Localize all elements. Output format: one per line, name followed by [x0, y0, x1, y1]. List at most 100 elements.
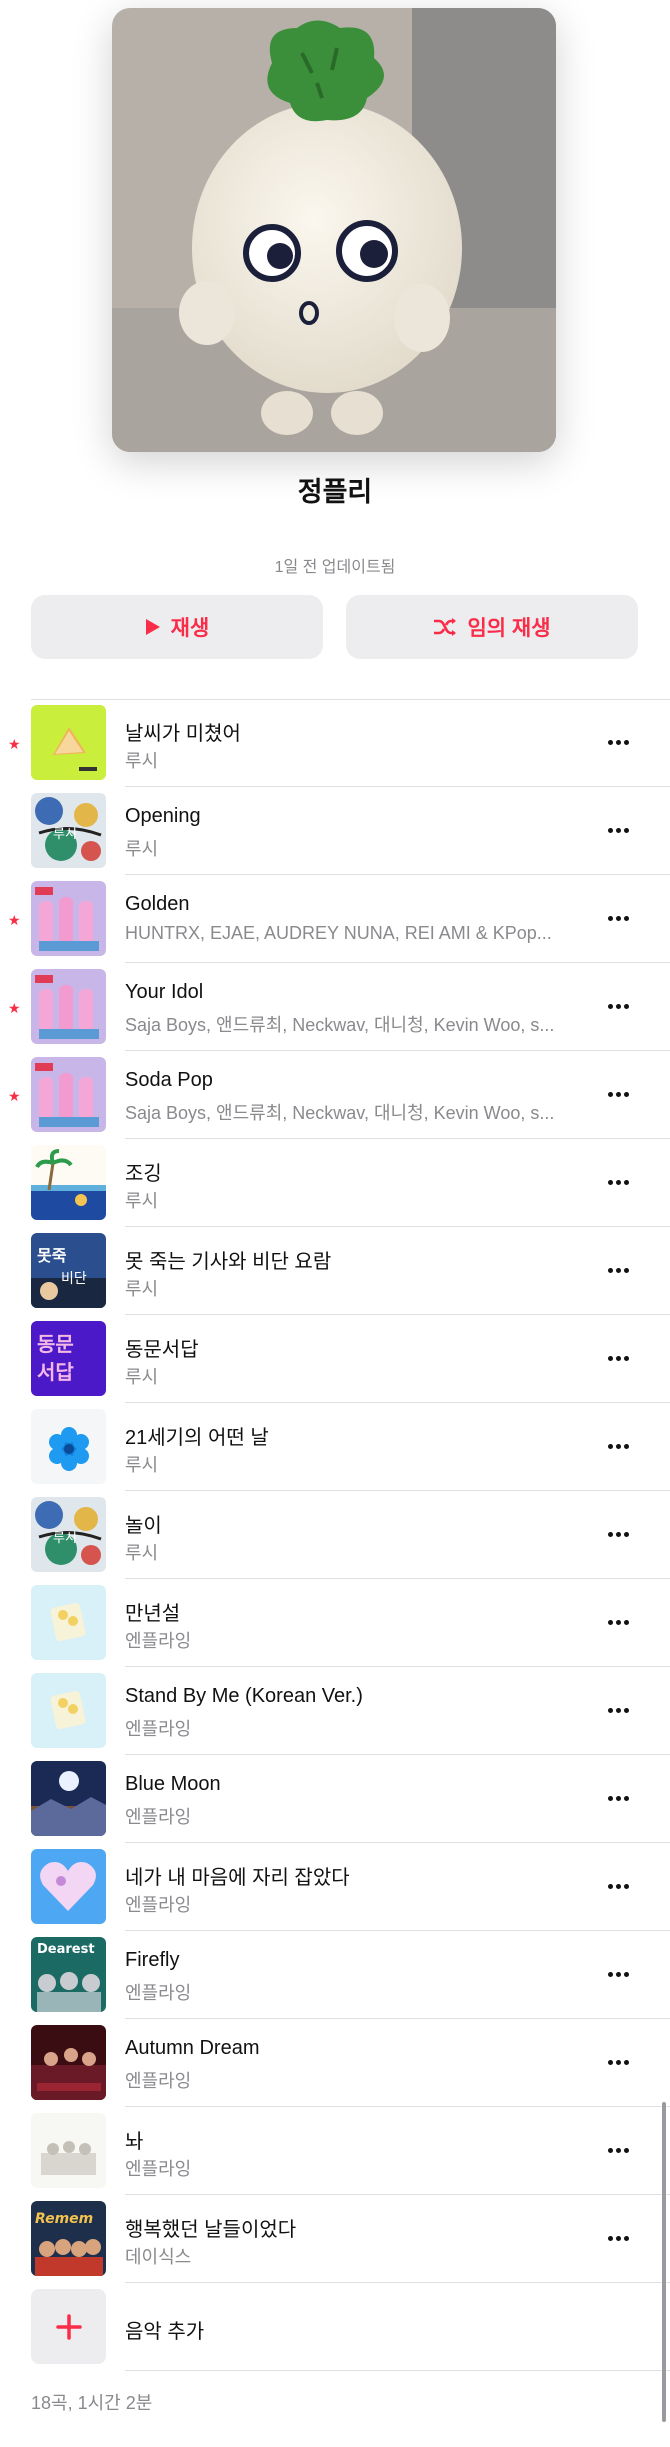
more-options-icon[interactable]: [600, 1523, 636, 1545]
more-options-icon[interactable]: [600, 819, 636, 841]
track-title: Golden: [125, 893, 190, 915]
track-row[interactable]: ★ Your Idol Saja Boys, 앤드류최, Neckwav, 대니청,…: [0, 963, 670, 1051]
add-music-row[interactable]: 음악 추가: [0, 2283, 670, 2371]
favorite-star-icon: ★: [8, 1088, 21, 1104]
track-row[interactable]: 21세기의 어떤 날 루시: [0, 1403, 670, 1491]
more-options-icon[interactable]: [600, 1171, 636, 1193]
shuffle-button[interactable]: 임의 재생: [346, 595, 638, 659]
album-art: [31, 881, 106, 956]
updated-label: 1일 전 업데이트됨: [274, 559, 396, 576]
art-flower: [31, 1409, 106, 1484]
art-doodle: 루시: [31, 793, 106, 868]
svg-text:Remem: Remem: [35, 2211, 93, 2227]
track-row[interactable]: 못죽 비단 못 죽는 기사와 비단 요람 루시: [0, 1227, 670, 1315]
more-options-icon[interactable]: [600, 1259, 636, 1281]
track-title: Autumn Dream: [125, 2037, 260, 2059]
more-options-icon[interactable]: [600, 1611, 636, 1633]
more-options-icon[interactable]: [600, 1963, 636, 1985]
track-row[interactable]: Blue Moon 엔플라잉: [0, 1755, 670, 1843]
album-art: [31, 1409, 106, 1484]
more-options-icon[interactable]: [600, 2227, 636, 2249]
art-heart: [31, 1849, 106, 1924]
shuffle-button-label: 임의 재생: [467, 617, 551, 640]
album-art: [31, 1057, 106, 1132]
svg-text:Dearest: Dearest: [37, 1942, 95, 1957]
track-artist: 엔플라잉: [125, 1983, 192, 2003]
track-artist: Saja Boys, 앤드류최, Neckwav, 대니청, Kevin Woo…: [125, 1103, 555, 1123]
track-row[interactable]: Remem 행복했던 날들이었다 데이식스: [0, 2195, 670, 2283]
track-title: Stand By Me (Korean Ver.): [125, 1685, 363, 1707]
more-options-icon[interactable]: [600, 731, 636, 753]
track-title: Opening: [125, 805, 201, 827]
shuffle-icon: [434, 618, 457, 636]
row-divider: [125, 2370, 670, 2371]
svg-text:서답: 서답: [37, 1360, 74, 1384]
track-artist: 루시: [125, 1279, 159, 1299]
more-options-icon[interactable]: [600, 1787, 636, 1809]
album-art: [31, 2025, 106, 2100]
track-title: 못 죽는 기사와 비단 요람: [125, 1251, 332, 1273]
playlist-cover-art: [112, 8, 556, 452]
track-artist: 엔플라잉: [125, 1807, 192, 1827]
more-options-icon[interactable]: [600, 1083, 636, 1105]
track-artist: 엔플라잉: [125, 1895, 192, 1915]
favorite-star-icon: ★: [8, 1000, 21, 1016]
track-row[interactable]: 동문 서답 동문서답 루시: [0, 1315, 670, 1403]
track-row[interactable]: ★ Golden HUNTRX, EJAE, AUDREY NUNA, REI AM…: [0, 875, 670, 963]
track-row[interactable]: Autumn Dream 엔플라잉: [0, 2019, 670, 2107]
album-art: [31, 1145, 106, 1220]
art-paleblue: [31, 1585, 106, 1660]
more-options-icon[interactable]: [600, 1699, 636, 1721]
track-row[interactable]: 만년설엔플라잉: [0, 1579, 670, 1667]
track-row[interactable]: Dearest Firefly 엔플라잉: [0, 1931, 670, 2019]
track-artist: 엔플라잉: [125, 2159, 192, 2179]
track-row[interactable]: 루시 Opening 루시: [0, 787, 670, 875]
album-art: Dearest: [31, 1937, 106, 2012]
track-title: Your Idol: [125, 981, 204, 1003]
add-icon[interactable]: [31, 2289, 106, 2364]
more-options-icon[interactable]: [600, 2139, 636, 2161]
svg-text:비단: 비단: [61, 1271, 87, 1287]
track-artist: 루시: [125, 1543, 159, 1563]
play-button-label: 재생: [170, 617, 210, 640]
track-row[interactable]: 루시 놀이 루시: [0, 1491, 670, 1579]
track-artist: 엔플라잉: [125, 1631, 192, 1651]
album-art: 루시: [31, 1497, 106, 1572]
track-row[interactable]: ★ Soda Pop Saja Boys, 앤드류최, Neckwav, 대니청, …: [0, 1051, 670, 1139]
more-options-icon[interactable]: [600, 1875, 636, 1897]
more-options-icon[interactable]: [600, 1347, 636, 1369]
play-button[interactable]: 재생: [31, 595, 323, 659]
track-artist: 데이식스: [125, 2247, 192, 2267]
playlist-title: 정플리: [297, 477, 373, 507]
scrollbar[interactable]: [662, 2102, 666, 2422]
art-moon: [31, 1761, 106, 1836]
art-beach: [31, 1145, 106, 1220]
album-art: [31, 1585, 106, 1660]
album-art: [31, 1849, 106, 1924]
track-row[interactable]: 네가 내 마음에 자리 잡았다 엔플라잉: [0, 1843, 670, 1931]
track-row[interactable]: ★ 날씨가 미쳤어 루시: [0, 699, 670, 787]
art-white: [31, 2113, 106, 2188]
track-artist: 엔플라잉: [125, 2071, 192, 2091]
track-title: Blue Moon: [125, 1773, 221, 1795]
track-title: 놀이: [125, 1515, 162, 1537]
play-icon: [145, 619, 160, 635]
album-art: [31, 1673, 106, 1748]
track-row[interactable]: Stand By Me (Korean Ver.) 엔플라잉: [0, 1667, 670, 1755]
more-options-icon[interactable]: [600, 1435, 636, 1457]
more-options-icon[interactable]: [600, 995, 636, 1017]
album-art: 동문서답: [31, 1321, 106, 1396]
track-title: Soda Pop: [125, 1069, 213, 1091]
album-art: [31, 705, 106, 780]
track-row[interactable]: 놔엔플라잉: [0, 2107, 670, 2195]
svg-text:동문: 동문: [37, 1332, 74, 1356]
art-doodle: 루시: [31, 1497, 106, 1572]
track-title: 만년설: [125, 1603, 181, 1625]
track-row[interactable]: 조깅 루시: [0, 1139, 670, 1227]
svg-text:루시: 루시: [53, 827, 77, 842]
more-options-icon[interactable]: [600, 2051, 636, 2073]
track-artist: 루시: [125, 1191, 159, 1211]
track-title: 놔: [125, 2131, 144, 2153]
track-title: Firefly: [125, 1949, 180, 1971]
more-options-icon[interactable]: [600, 907, 636, 929]
